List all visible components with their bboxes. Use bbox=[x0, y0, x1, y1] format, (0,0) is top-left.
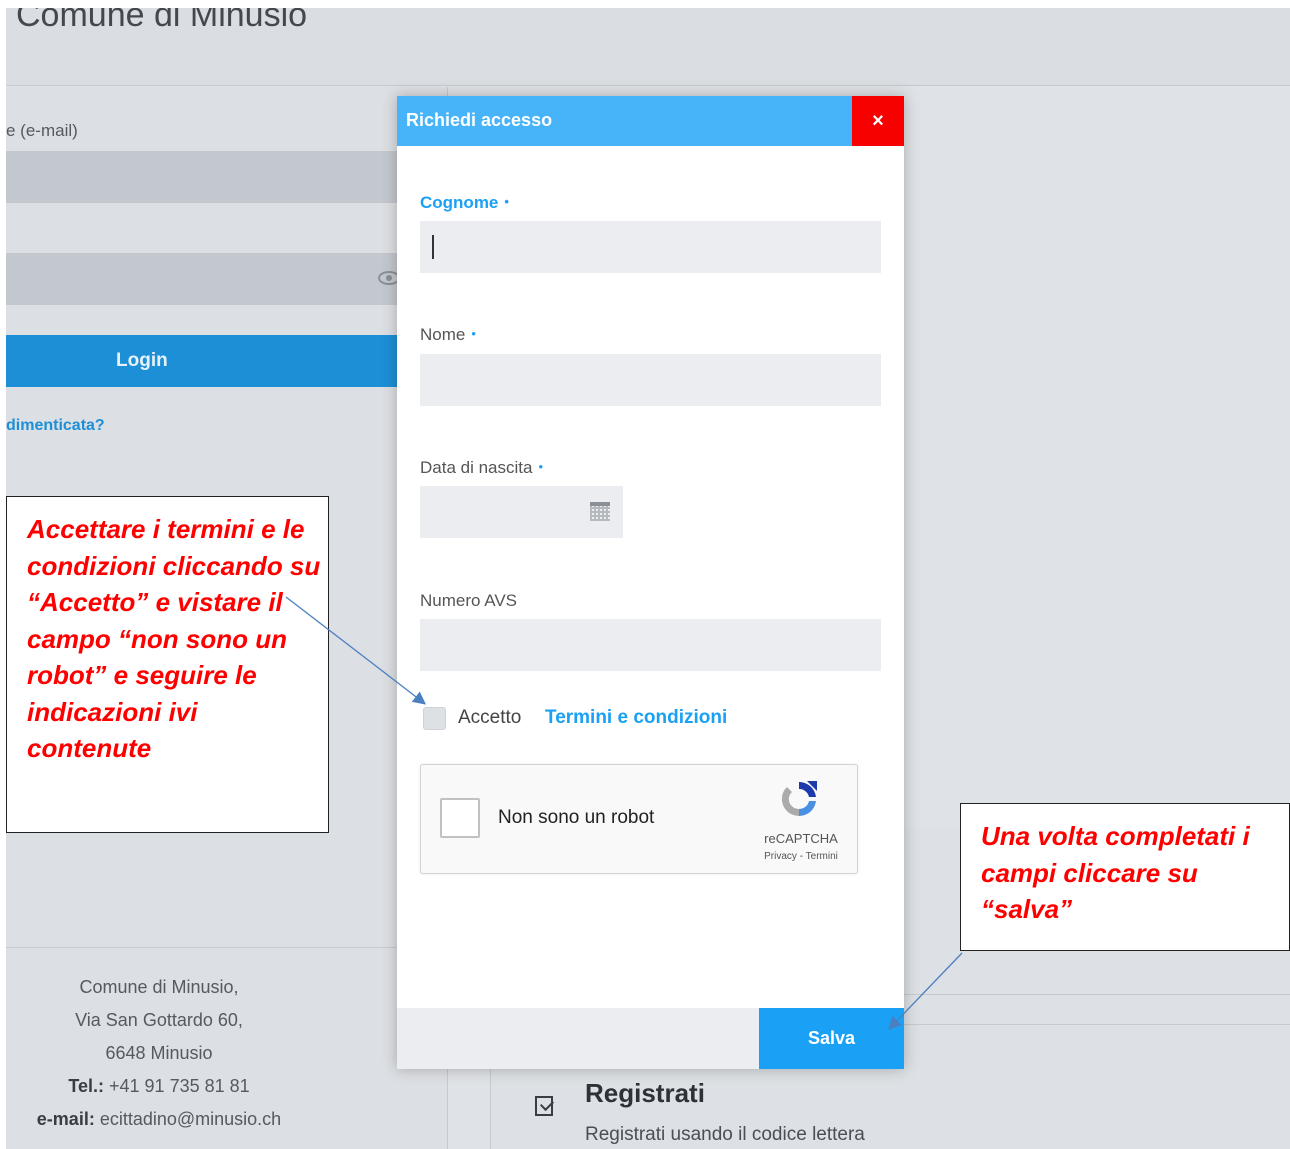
site-title: Comune di Minusio bbox=[16, 8, 308, 34]
email-label: e (e-mail) bbox=[6, 121, 78, 140]
calendar-icon[interactable] bbox=[590, 502, 610, 521]
cognome-input[interactable] bbox=[420, 221, 881, 273]
close-button[interactable]: × bbox=[852, 96, 904, 146]
recaptcha-brand: reCAPTCHA bbox=[764, 831, 838, 846]
footer-divider bbox=[6, 947, 448, 948]
required-mark: • bbox=[471, 326, 476, 341]
footer-line-2: Via San Gottardo 60, bbox=[75, 1010, 243, 1030]
password-input[interactable] bbox=[6, 253, 406, 305]
login-button[interactable]: Login bbox=[6, 335, 406, 387]
recaptcha-checkbox[interactable] bbox=[440, 798, 480, 838]
recaptcha-terms-link[interactable]: Termini bbox=[806, 851, 838, 862]
accept-label[interactable]: Accetto bbox=[458, 707, 521, 729]
footer-email-label: e-mail: bbox=[36, 1109, 95, 1129]
recaptcha-privacy-link[interactable]: Privacy bbox=[764, 851, 797, 862]
edit-check-icon bbox=[535, 1096, 553, 1116]
required-mark: • bbox=[538, 459, 544, 474]
footer-tel: Tel.: +41 91 735 81 81 bbox=[6, 1070, 312, 1103]
accept-checkbox[interactable] bbox=[423, 707, 446, 730]
cognome-label-text: Cognome bbox=[420, 193, 499, 212]
footer-line-3: 6648 Minusio bbox=[105, 1043, 213, 1063]
nome-label-text: Nome bbox=[420, 325, 466, 344]
nome-input[interactable] bbox=[420, 354, 881, 406]
footer-tel-value: +41 91 735 81 81 bbox=[104, 1076, 250, 1096]
recaptcha-widget: Non sono un robot reCAPTCHA Privacy - Te… bbox=[420, 764, 858, 874]
save-button[interactable]: Salva bbox=[759, 1008, 904, 1069]
nome-label: Nome • bbox=[420, 325, 476, 345]
data-nascita-label-text: Data di nascita bbox=[420, 458, 533, 477]
footer-email-value: ecittadino@minusio.ch bbox=[94, 1109, 282, 1129]
email-input[interactable] bbox=[6, 151, 406, 203]
recaptcha-label: Non sono un robot bbox=[498, 807, 655, 828]
register-title[interactable]: Registrati bbox=[585, 1078, 705, 1109]
dialog-footer: Salva bbox=[397, 1008, 904, 1069]
data-nascita-label: Data di nascita • bbox=[420, 458, 543, 478]
forgot-password-link[interactable]: dimenticata? bbox=[6, 417, 105, 435]
site-header: Comune di Minusio bbox=[6, 8, 1290, 86]
instruction-callout-save: Una volta completati i campi cliccare su… bbox=[960, 803, 1290, 951]
footer-tel-label: Tel.: bbox=[68, 1076, 105, 1096]
dialog-title: Richiedi accesso bbox=[406, 110, 553, 130]
data-nascita-input[interactable] bbox=[420, 486, 623, 538]
text-cursor bbox=[432, 235, 434, 259]
footer-email: e-mail: ecittadino@minusio.ch bbox=[6, 1103, 312, 1136]
instruction-callout-accept: Accettare i termini e le condizioni clic… bbox=[6, 496, 329, 833]
footer-address: Comune di Minusio, Via San Gottardo 60, … bbox=[6, 971, 312, 1136]
footer-line-1: Comune di Minusio, bbox=[79, 977, 239, 997]
numero-avs-label: Numero AVS bbox=[420, 591, 518, 610]
recaptcha-logo-icon bbox=[781, 781, 817, 817]
terms-link[interactable]: Termini e condizioni bbox=[545, 707, 727, 729]
dialog-header: Richiedi accesso × bbox=[397, 96, 904, 146]
request-access-dialog: Richiedi accesso × Cognome • Nome • Data d… bbox=[397, 96, 904, 1069]
recaptcha-separator: - bbox=[796, 851, 806, 862]
required-mark: • bbox=[504, 194, 509, 209]
numero-avs-input[interactable] bbox=[420, 619, 881, 671]
register-subtitle: Registrati usando il codice lettera bbox=[585, 1124, 865, 1145]
recaptcha-links: Privacy - Termini bbox=[741, 851, 861, 862]
cognome-label: Cognome • bbox=[420, 193, 509, 213]
